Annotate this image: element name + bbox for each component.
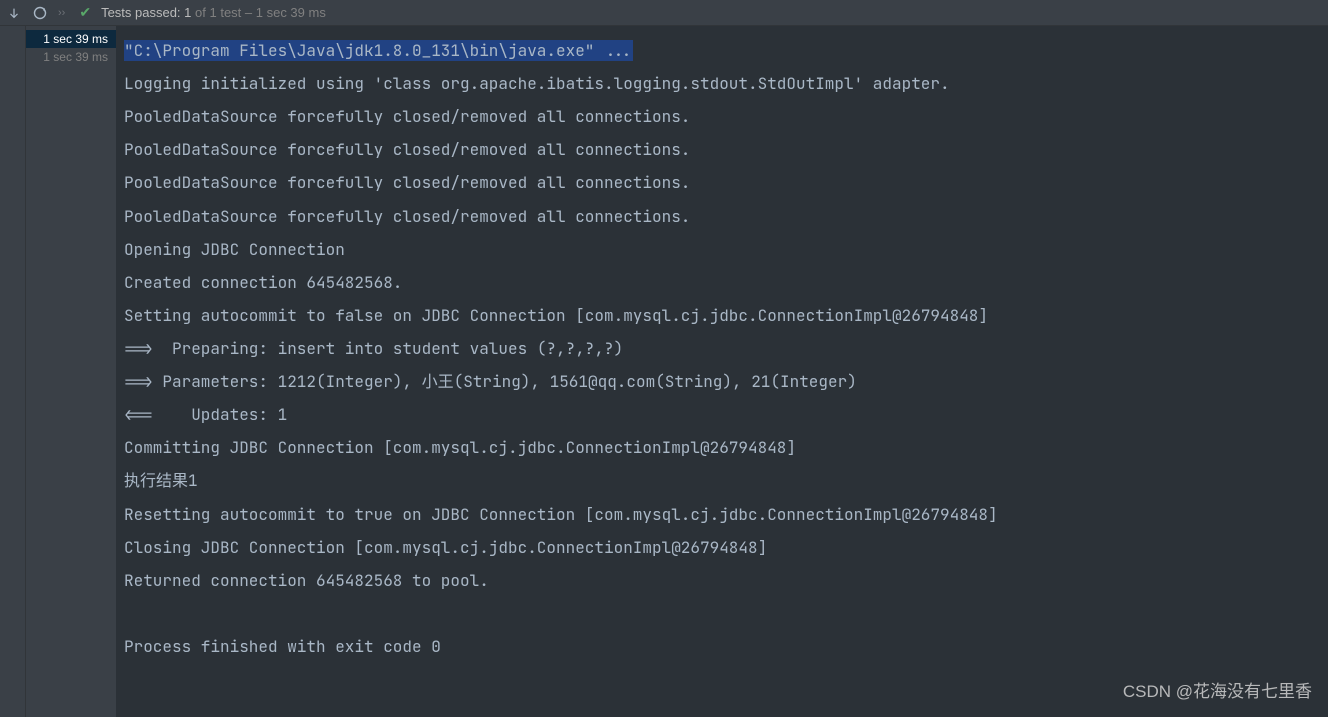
main-area: 1 sec 39 ms 1 sec 39 ms "C:\Program File… [0, 26, 1328, 717]
console-line: Closing JDBC Connection [com.mysql.cj.jd… [124, 537, 767, 558]
watermark-text: CSDN @花海没有七里香 [1123, 674, 1312, 709]
console-line: PooledDataSource forcefully closed/remov… [124, 172, 690, 193]
console-line: Opening JDBC Connection [124, 239, 345, 260]
console-line: 执行结果1 [124, 470, 198, 491]
test-duration: 1 sec 39 ms [43, 50, 108, 64]
console-line: Process finished with exit code 0 [124, 636, 441, 657]
test-tree[interactable]: 1 sec 39 ms 1 sec 39 ms [26, 26, 116, 717]
console-line: Committing JDBC Connection [com.mysql.cj… [124, 437, 796, 458]
separator-icon: ›› [58, 7, 65, 19]
test-tree-item[interactable]: 1 sec 39 ms [26, 48, 116, 66]
rerun-tests-icon[interactable] [32, 5, 48, 21]
console-line: Created connection 645482568. [124, 272, 402, 293]
console-line: Setting autocommit to false on JDBC Conn… [124, 305, 988, 326]
console-line: PooledDataSource forcefully closed/remov… [124, 139, 690, 160]
console-line: PooledDataSource forcefully closed/remov… [124, 106, 690, 127]
command-line: "C:\Program Files\Java\jdk1.8.0_131\bin\… [124, 40, 633, 61]
check-icon: ✔ [79, 4, 91, 21]
left-gutter [0, 26, 26, 717]
scroll-down-icon[interactable] [6, 5, 22, 21]
console-line: Returned connection 645482568 to pool. [124, 570, 489, 591]
test-toolbar: ›› ✔ Tests passed: 1 of 1 test – 1 sec 3… [0, 0, 1328, 26]
console-line: ==> Preparing: insert into student value… [124, 338, 623, 359]
test-status-text: Tests passed: 1 of 1 test – 1 sec 39 ms [101, 5, 326, 20]
console-line: Resetting autocommit to true on JDBC Con… [124, 504, 998, 525]
console-line: PooledDataSource forcefully closed/remov… [124, 206, 690, 227]
console-line: ==> Parameters: 1212(Integer), 小王(String… [124, 371, 857, 392]
console-line: Logging initialized using 'class org.apa… [124, 73, 950, 94]
test-tree-item[interactable]: 1 sec 39 ms [26, 30, 116, 48]
console-output[interactable]: "C:\Program Files\Java\jdk1.8.0_131\bin\… [116, 26, 1328, 717]
test-duration: 1 sec 39 ms [43, 32, 108, 46]
console-line: <== Updates: 1 [124, 404, 287, 425]
